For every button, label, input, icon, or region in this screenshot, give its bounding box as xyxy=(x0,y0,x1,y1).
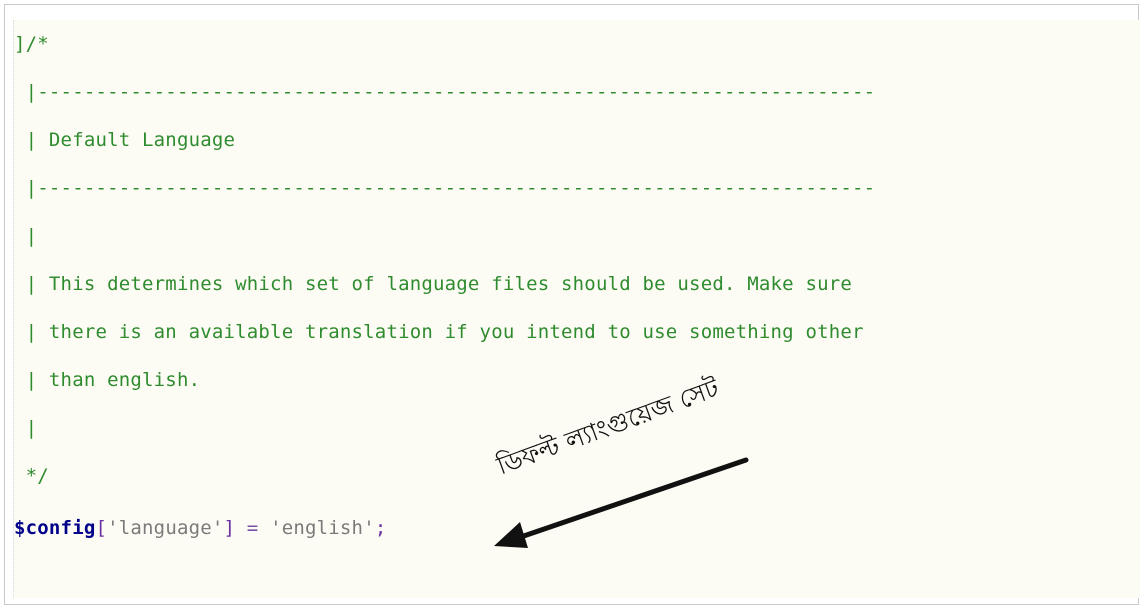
comment-blank-2: | xyxy=(14,417,38,439)
comment-divider-top: |---------------------------------------… xyxy=(14,81,876,103)
assign-operator: = xyxy=(235,517,271,539)
comment-close: */ xyxy=(14,465,49,487)
comment-description-3: | than english. xyxy=(14,369,201,391)
config-value: 'english' xyxy=(270,517,375,539)
comment-description-2: | there is an available translation if y… xyxy=(14,321,864,343)
config-key: 'language' xyxy=(107,517,224,539)
config-variable: $config xyxy=(14,517,96,539)
comment-blank-1: | xyxy=(14,225,38,247)
close-bracket: ] xyxy=(223,517,236,539)
semicolon: ; xyxy=(374,517,387,539)
comment-description-1: | This determines which set of language … xyxy=(14,273,853,295)
comment-open: ]/* xyxy=(14,33,49,55)
config-language-line: $config['language'] = 'english'; xyxy=(14,504,386,552)
comment-divider-bottom: |---------------------------------------… xyxy=(14,177,876,199)
open-bracket: [ xyxy=(95,517,108,539)
annotation-callout: ডিফল্ট ল্যাংগুয়েজ সেট xyxy=(488,373,758,552)
comment-heading: | Default Language xyxy=(14,129,236,151)
